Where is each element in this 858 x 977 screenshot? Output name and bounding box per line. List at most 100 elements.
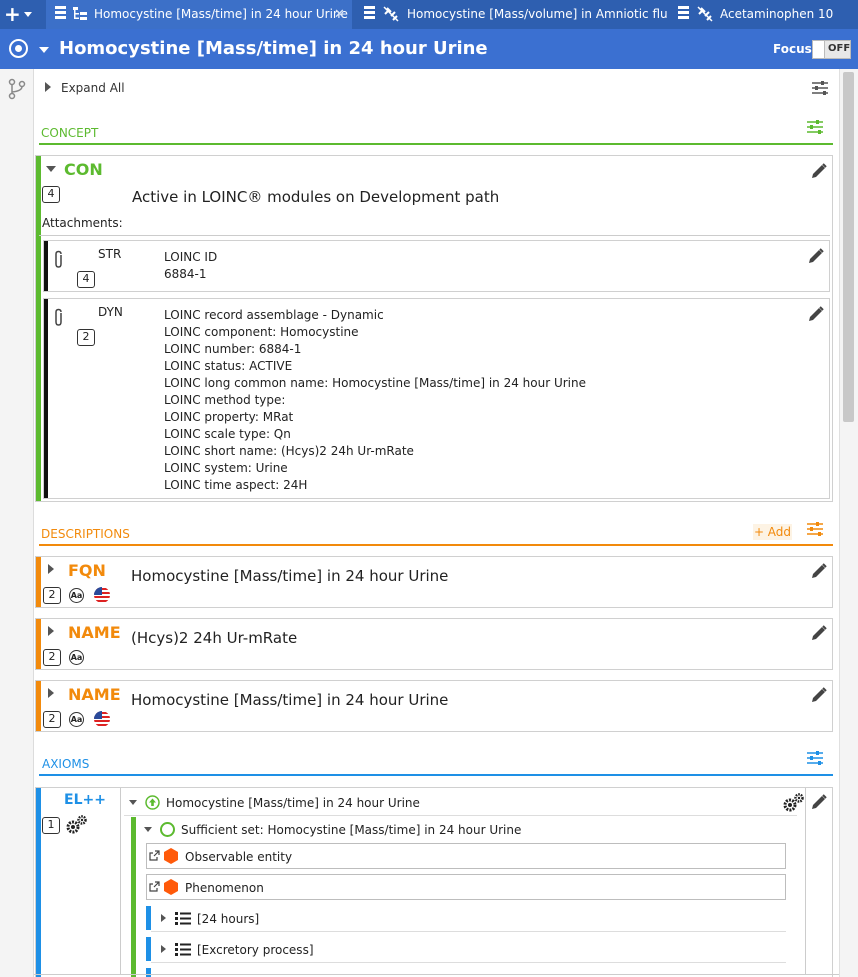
attachment-color-bar <box>44 241 48 291</box>
chevron-right-icon[interactable] <box>161 914 166 922</box>
role-row-divider <box>151 962 786 963</box>
scrollbar[interactable] <box>839 69 858 977</box>
attachment-type: STR <box>98 247 122 261</box>
axioms-divider <box>39 774 833 776</box>
chevron-down-icon <box>24 12 32 17</box>
expand-all-button[interactable]: Expand All <box>61 81 125 95</box>
gears-icon[interactable] <box>783 793 805 813</box>
attachment-card-str <box>43 240 830 292</box>
attachment-line: LOINC long common name: Homocystine [Mas… <box>164 376 587 390</box>
description-color-bar <box>36 681 41 731</box>
chevron-down-icon[interactable] <box>39 47 49 53</box>
chevron-right-icon[interactable] <box>48 626 54 636</box>
scrollbar-thumb[interactable] <box>843 72 854 422</box>
attachment-line: LOINC record assemblage - Dynamic <box>164 308 384 322</box>
pencil-icon[interactable] <box>810 562 828 580</box>
attachment-version-badge[interactable]: 4 <box>77 271 95 288</box>
axiom-color-bar <box>36 788 41 977</box>
tab-strip: + Homocystine [Mass/time] in 24 hour Uri… <box>0 0 858 29</box>
description-type: NAME <box>68 623 121 642</box>
chevron-right-icon[interactable] <box>48 564 54 574</box>
concept-version-badge[interactable]: 4 <box>42 186 60 203</box>
axiom-row-divider <box>124 815 797 816</box>
left-rail <box>0 69 34 977</box>
attachments-label: Attachments: <box>42 216 123 230</box>
case-sensitivity-icon: Aa <box>69 650 84 665</box>
branch-icon[interactable] <box>8 78 26 100</box>
descriptions-divider <box>39 544 833 546</box>
close-icon[interactable]: ✕ <box>334 0 345 29</box>
sliders-icon[interactable] <box>811 80 829 96</box>
target-icon[interactable] <box>9 39 28 58</box>
sliders-icon[interactable] <box>806 521 824 537</box>
tab-label: Homocystine [Mass/time] in 24 hour Urine <box>94 7 348 21</box>
stack-icon <box>678 6 689 22</box>
pencil-icon[interactable] <box>810 686 828 704</box>
external-link-icon[interactable] <box>149 850 160 861</box>
axiom-concept-label: Observable entity <box>185 850 293 864</box>
attachment-content: LOINC ID 6884-1 <box>164 249 217 283</box>
attachment-version-badge[interactable]: 2 <box>77 329 95 346</box>
hexagon-icon <box>164 879 178 895</box>
description-version-badge[interactable]: 2 <box>43 649 61 666</box>
new-tab-button[interactable]: + <box>0 0 40 29</box>
toggle-state: OFF <box>828 43 851 54</box>
chevron-right-icon[interactable] <box>45 82 51 92</box>
attachment-line: LOINC component: Homocystine <box>164 325 359 339</box>
sliders-icon[interactable] <box>806 750 824 766</box>
sufficient-set-icon <box>160 822 175 837</box>
focus-toggle[interactable]: OFF <box>812 40 851 59</box>
axiom-role-label: [24 hours] <box>197 912 260 926</box>
role-color-bar <box>146 906 151 930</box>
tab-homocystine-amniotic-fluid[interactable]: Homocystine [Mass/volume] in Amniotic fl… <box>356 0 668 29</box>
pencil-icon[interactable] <box>807 305 825 323</box>
axiom-logic-label: EL++ <box>64 792 106 808</box>
pencil-icon[interactable] <box>810 624 828 642</box>
pencil-icon[interactable] <box>810 162 828 180</box>
paperclip-icon <box>55 250 62 268</box>
role-row-divider <box>151 931 786 932</box>
axiom-version-badge[interactable]: 1 <box>42 817 60 834</box>
toggle-knob <box>813 41 825 58</box>
description-type: FQN <box>68 561 106 580</box>
sliders-icon[interactable] <box>806 119 824 135</box>
attachment-line: LOINC number: 6884-1 <box>164 342 302 356</box>
chevron-right-icon[interactable] <box>48 688 54 698</box>
sufficient-set-label: Sufficient set: Homocystine [Mass/time] … <box>181 823 522 837</box>
axiom-role-label: [Excretory process] <box>197 943 314 957</box>
description-text: Homocystine [Mass/time] in 24 hour Urine <box>131 567 449 585</box>
tab-label: Homocystine [Mass/volume] in Amniotic fl… <box>407 7 668 21</box>
external-link-icon[interactable] <box>149 881 160 892</box>
descriptions-section-label: DESCRIPTIONS <box>41 527 130 541</box>
stack-icon <box>364 6 375 22</box>
attachment-color-bar <box>44 299 48 498</box>
concept-status: Active in LOINC® modules on Development … <box>132 188 500 206</box>
gears-icon[interactable] <box>66 815 88 835</box>
tab-acetaminophen[interactable]: Acetaminophen 10 <box>670 0 858 29</box>
axiom-concept-label: Phenomenon <box>185 881 264 895</box>
chevron-down-icon[interactable] <box>144 827 152 832</box>
description-text: (Hcys)2 24h Ur-mRate <box>131 629 298 647</box>
list-icon <box>175 943 191 956</box>
chevron-down-icon[interactable] <box>46 166 56 172</box>
pencil-icon[interactable] <box>807 247 825 265</box>
add-description-button[interactable]: + Add <box>753 524 792 540</box>
pencil-icon[interactable] <box>810 793 828 811</box>
axiom-tree-divider <box>120 788 121 974</box>
description-version-badge[interactable]: 2 <box>43 711 61 728</box>
paperclip-icon <box>55 308 62 326</box>
axiom-root-label: Homocystine [Mass/time] in 24 hour Urine <box>166 796 420 810</box>
attachment-line: LOINC system: Urine <box>164 461 288 475</box>
title-bar: Homocystine [Mass/time] in 24 hour Urine… <box>0 29 858 69</box>
description-version-badge[interactable]: 2 <box>43 587 61 604</box>
pane-bottom-border <box>34 974 839 975</box>
unlink-icon <box>383 6 399 22</box>
stack-icon <box>55 6 66 22</box>
chevron-down-icon[interactable] <box>129 800 137 805</box>
us-flag-icon <box>94 587 110 603</box>
tab-homocystine-24h-urine[interactable]: Homocystine [Mass/time] in 24 hour Urine… <box>46 0 352 29</box>
us-flag-icon <box>94 711 110 727</box>
attachment-line: LOINC property: MRat <box>164 410 294 424</box>
description-color-bar <box>36 557 41 607</box>
chevron-right-icon[interactable] <box>161 945 166 953</box>
